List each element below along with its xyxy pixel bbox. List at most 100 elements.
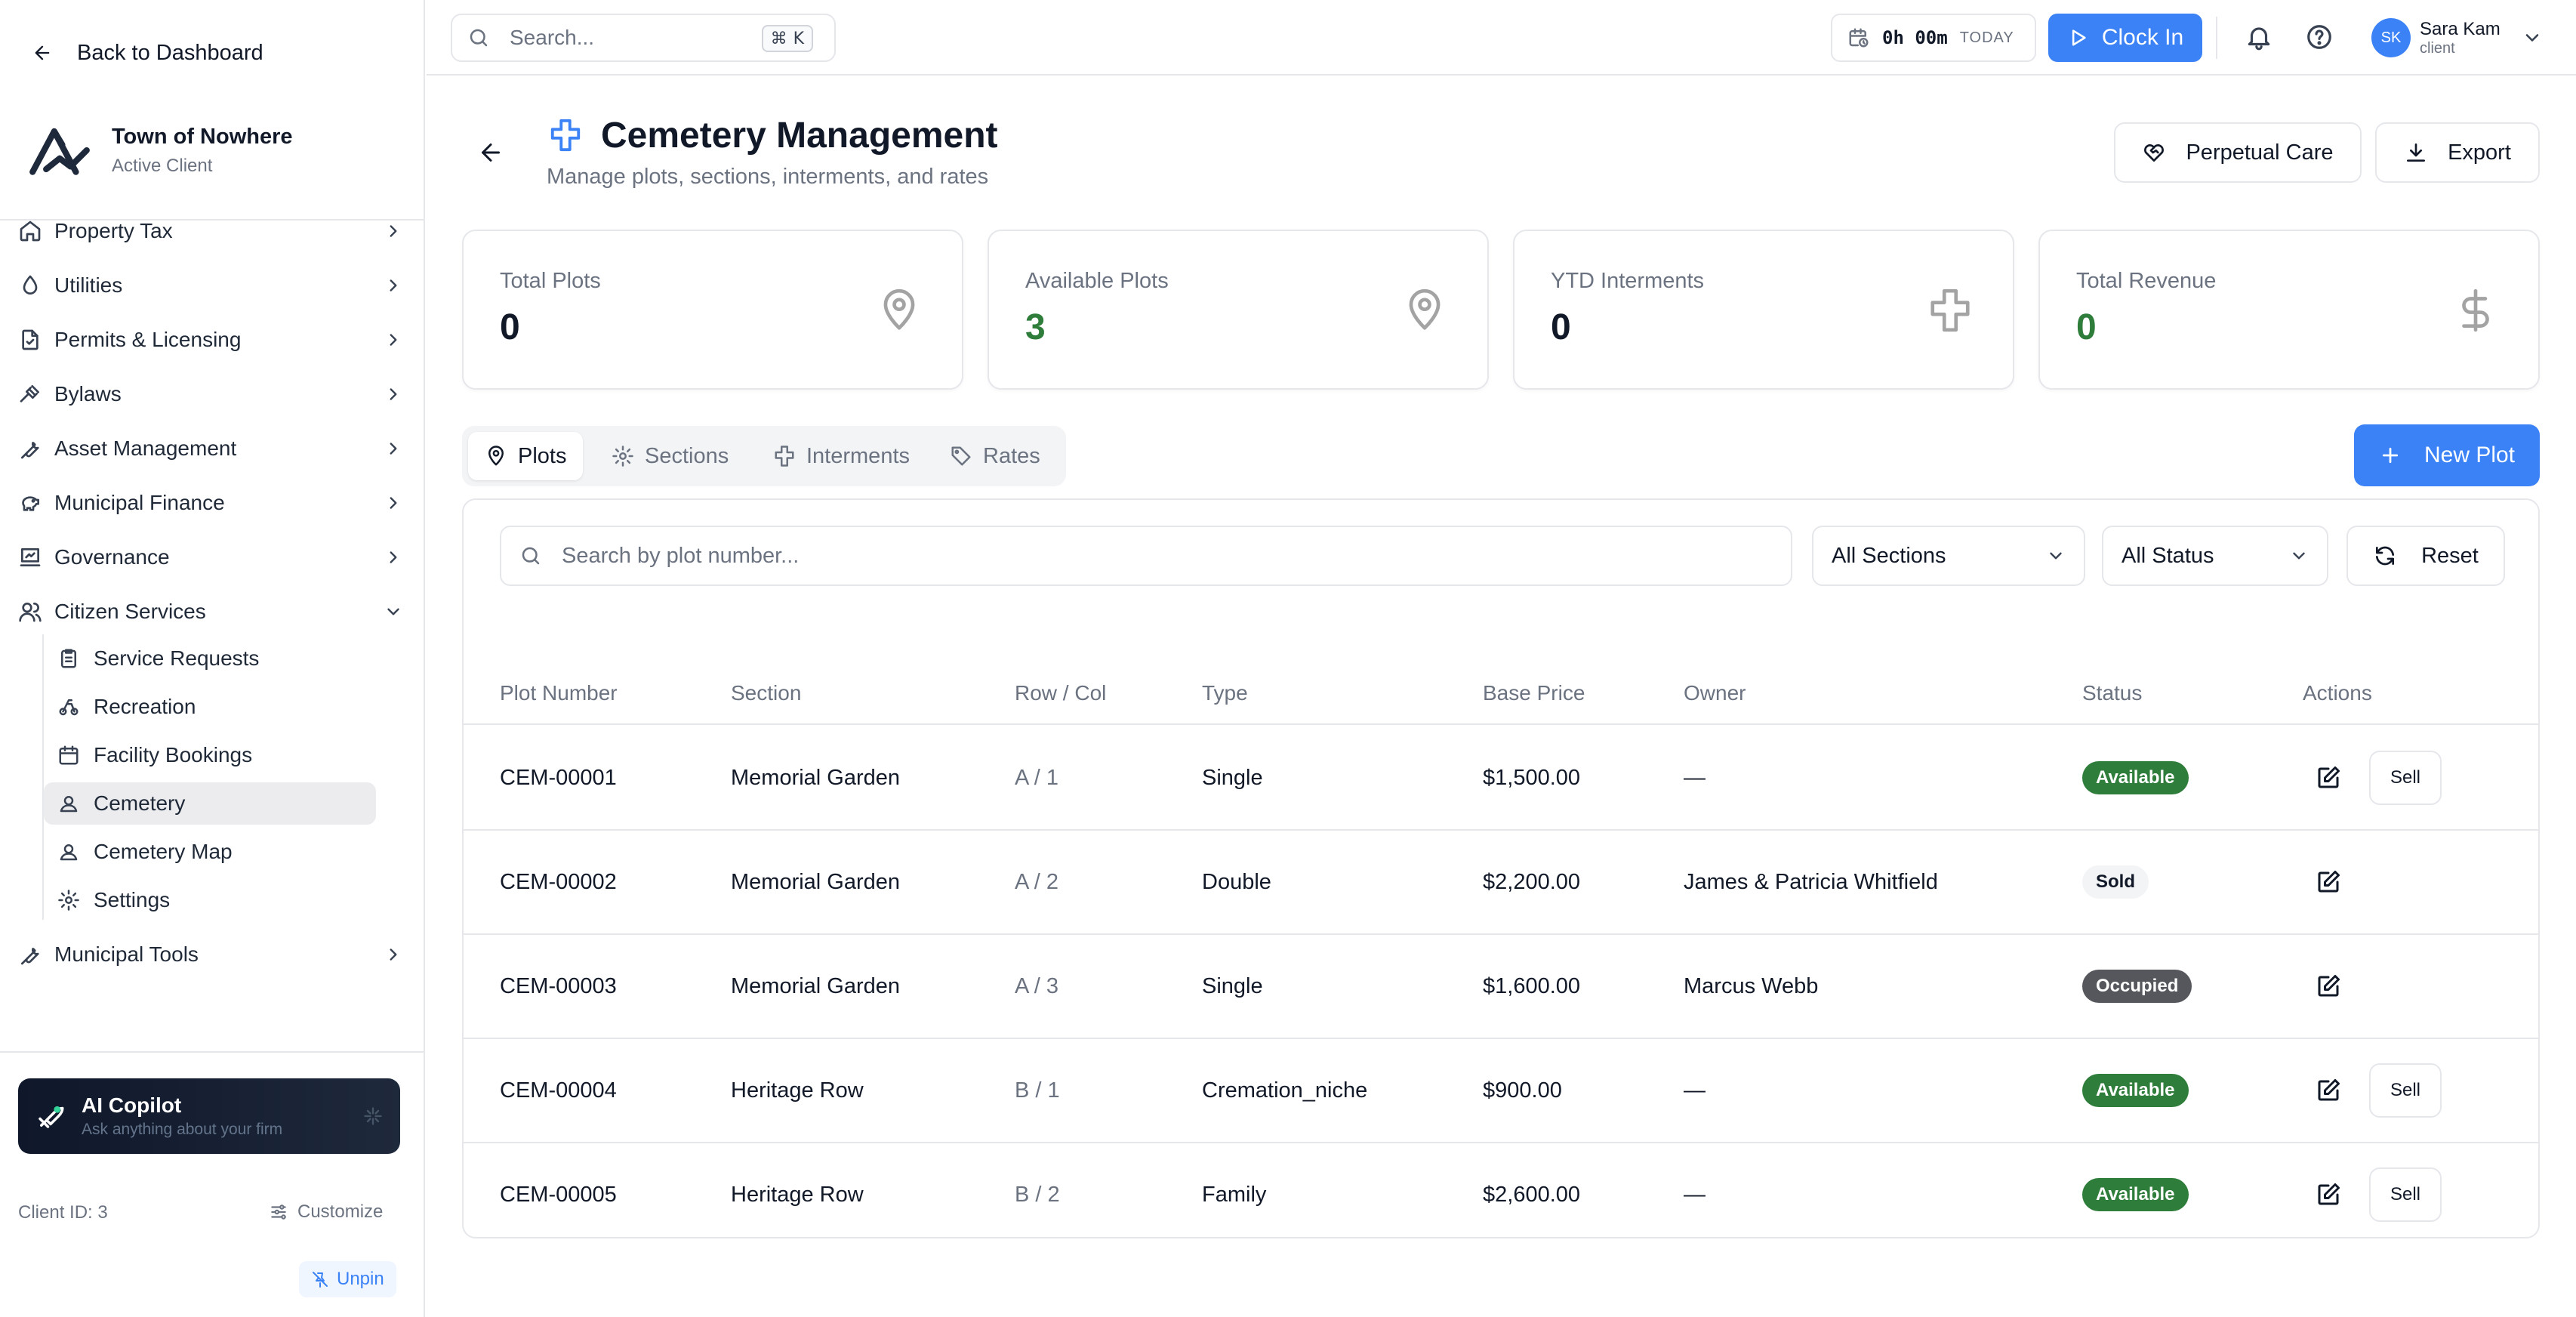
row-col-cell: B / 2 (1015, 1183, 1060, 1207)
time-tracker[interactable]: 0h 00m TODAY (1831, 14, 2036, 62)
column-header: Section (731, 681, 802, 705)
sidebar-item-governance[interactable]: Governance (18, 536, 403, 578)
plot-search[interactable] (500, 526, 1792, 586)
sidebar-item-cemetery-map[interactable]: Cemetery Map (44, 831, 376, 873)
stat-label: Available Plots (1025, 269, 1169, 293)
global-search-input[interactable] (510, 26, 736, 50)
sidebar-item-facility-bookings[interactable]: Facility Bookings (44, 734, 376, 776)
ai-copilot-button[interactable]: AI Copilot Ask anything about your firm (18, 1078, 400, 1154)
home-icon (20, 221, 41, 242)
tab-rates[interactable]: Rates (933, 432, 1057, 480)
new-plot-button[interactable]: New Plot (2354, 424, 2540, 486)
sell-button[interactable]: Sell (2369, 1167, 2442, 1222)
plot-number-cell: CEM-00004 (500, 1078, 617, 1103)
stat-card-ytd-interments: YTD Interments 0 (1513, 230, 2014, 390)
sliders-icon (271, 1204, 286, 1220)
page-subtitle: Manage plots, sections, interments, and … (547, 165, 989, 189)
base-price-cell: $1,500.00 (1483, 766, 1581, 790)
sidebar-item-recreation[interactable]: Recreation (44, 686, 376, 728)
search-icon (470, 29, 488, 47)
tab-interments[interactable]: Interments (756, 432, 926, 480)
clock-in-button[interactable]: Clock In (2048, 14, 2202, 62)
type-cell: Double (1202, 870, 1271, 894)
chevron-down-icon (387, 608, 399, 615)
edit-icon[interactable] (2315, 764, 2342, 791)
sidebar-item-permits-licensing[interactable]: Permits & Licensing (18, 319, 403, 361)
sidebar-item-asset-management[interactable]: Asset Management (18, 427, 403, 470)
edit-icon[interactable] (2315, 868, 2342, 896)
status-badge: Available (2082, 1178, 2189, 1211)
section-filter-select[interactable]: All Sections (1812, 526, 2085, 586)
table-row: CEM-00003 Memorial Garden A / 3 Single $1,60… (464, 935, 2538, 1039)
owner-cell: Marcus Webb (1684, 974, 1819, 998)
edit-icon[interactable] (2315, 973, 2342, 1000)
help-icon[interactable] (2305, 23, 2334, 51)
status-filter-value: All Status (2122, 543, 2214, 568)
sidebar-item-settings[interactable]: Settings (44, 879, 376, 921)
sidebar-item-municipal-finance[interactable]: Municipal Finance (18, 482, 403, 524)
client-name: Town of Nowhere (112, 124, 293, 149)
stat-label: Total Plots (500, 269, 601, 293)
tab-sections[interactable]: Sections (595, 432, 745, 480)
section-cell: Memorial Garden (731, 870, 901, 894)
plot-number-cell: CEM-00002 (500, 870, 617, 894)
clipboard-icon (61, 649, 76, 668)
top-bar: ⌘ K 0h 00m TODAY Clock In SK Sara Kam cl… (427, 0, 2576, 76)
chevron-right-icon (390, 225, 397, 237)
customize-label: Customize (297, 1201, 384, 1222)
tab-label: Interments (806, 443, 910, 468)
sidebar-item-citizen-services[interactable]: Citizen Services (18, 591, 403, 633)
sidebar-item-utilities[interactable]: Utilities (18, 264, 403, 307)
timer-value: 0h 00m (1882, 27, 1948, 48)
sidebar-item-label: Asset Management (54, 436, 237, 460)
chevron-right-icon (390, 497, 397, 509)
sidebar-item-cemetery[interactable]: Cemetery (44, 782, 376, 825)
export-label: Export (2448, 140, 2511, 165)
sidebar-item-label: Service Requests (94, 646, 260, 670)
sidebar-item-municipal-tools[interactable]: Municipal Tools (18, 933, 403, 976)
page-back-arrow-icon[interactable] (477, 139, 504, 166)
new-plot-label: New Plot (2423, 443, 2516, 467)
sidebar-item-bylaws[interactable]: Bylaws (18, 373, 403, 415)
sidebar-item-label: Municipal Finance (54, 491, 225, 514)
owner-cell: — (1684, 1183, 1706, 1207)
edit-icon[interactable] (2315, 1077, 2342, 1104)
back-to-dashboard-link[interactable]: Back to Dashboard (32, 35, 263, 71)
map-pin-icon (488, 446, 504, 466)
table-row: CEM-00001 Memorial Garden A / 1 Single $1,50… (464, 726, 2538, 831)
base-price-cell: $900.00 (1483, 1078, 1562, 1103)
tab-plots[interactable]: Plots (468, 432, 584, 480)
gear-icon (612, 446, 633, 467)
reset-filters-button[interactable]: Reset (2346, 526, 2505, 586)
sidebar-item-label: Municipal Tools (54, 942, 199, 966)
edit-icon[interactable] (2315, 1181, 2342, 1208)
sparkle-icon (364, 1107, 382, 1125)
export-button[interactable]: Export (2375, 122, 2540, 183)
bell-icon[interactable] (2245, 23, 2273, 51)
chevron-down-icon (2050, 552, 2062, 560)
status-badge: Sold (2082, 865, 2149, 899)
perpetual-care-button[interactable]: Perpetual Care (2114, 122, 2362, 183)
sidebar-item-service-requests[interactable]: Service Requests (44, 637, 376, 680)
base-price-cell: $2,200.00 (1483, 870, 1581, 894)
sidebar-item-property-tax[interactable]: Property Tax (18, 210, 403, 252)
sell-button[interactable]: Sell (2369, 751, 2442, 805)
customize-button[interactable]: Customize (269, 1199, 383, 1225)
global-search[interactable]: ⌘ K (451, 14, 836, 62)
table-header: Plot Number Section Row / Col Type Base … (464, 660, 2538, 725)
client-id: Client ID: 3 (18, 1202, 108, 1223)
unpin-button[interactable]: Unpin (299, 1261, 396, 1297)
chevron-down-icon (2525, 34, 2539, 42)
plots-panel: All Sections All Status Reset Plot Numbe… (462, 498, 2540, 1238)
sell-button[interactable]: Sell (2369, 1063, 2442, 1118)
sidebar-item-label: Permits & Licensing (54, 328, 242, 351)
stat-card-total-revenue: Total Revenue 0 (2038, 230, 2540, 390)
status-filter-select[interactable]: All Status (2102, 526, 2328, 586)
search-icon (522, 547, 540, 565)
plot-search-input[interactable] (562, 543, 1694, 569)
tag-icon (951, 446, 971, 466)
user-menu[interactable]: SK Sara Kam client (2371, 17, 2543, 59)
submenu-guide-line (42, 634, 44, 920)
perpetual-care-label: Perpetual Care (2186, 140, 2334, 165)
avatar: SK (2371, 18, 2411, 57)
